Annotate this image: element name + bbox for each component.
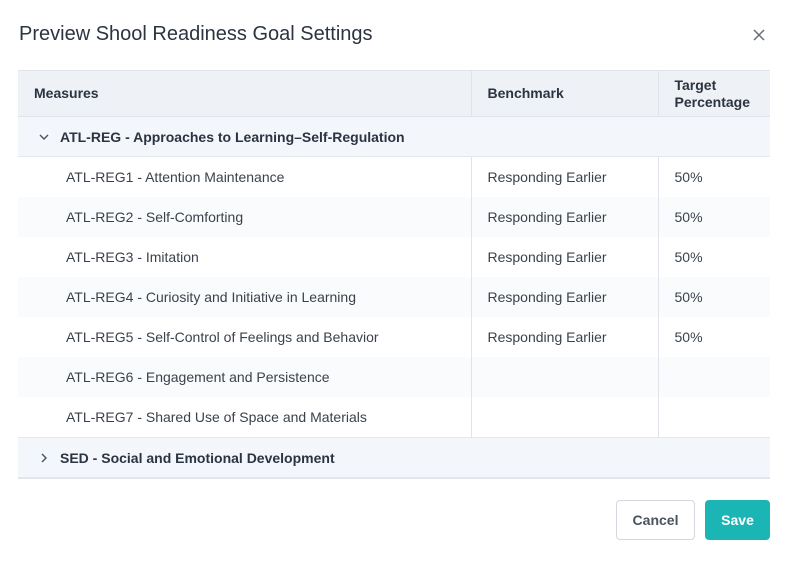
benchmark-cell — [470, 397, 658, 438]
table-row: ATL-REG4 - Curiosity and Initiative in L… — [18, 277, 770, 317]
table-row: ATL-REG2 - Self-Comforting Responding Ea… — [18, 197, 770, 237]
group-row-atl-reg[interactable]: ATL-REG - Approaches to Learning–Self-Re… — [18, 116, 770, 157]
measure-cell: ATL-REG7 - Shared Use of Space and Mater… — [18, 397, 471, 438]
benchmark-cell: Responding Earlier — [470, 237, 658, 277]
target-cell: 50% — [657, 277, 770, 317]
measure-cell: ATL-REG5 - Self-Control of Feelings and … — [18, 317, 471, 357]
table-row: ATL-REG5 - Self-Control of Feelings and … — [18, 317, 770, 357]
group-label: ATL-REG - Approaches to Learning–Self-Re… — [60, 128, 405, 145]
header-target-line2: Percentage — [674, 93, 750, 110]
close-icon — [753, 29, 765, 41]
chevron-right-icon[interactable] — [38, 452, 50, 464]
measures-table: Measures Benchmark Target Percentage ATL… — [18, 70, 770, 479]
cancel-button[interactable]: Cancel — [616, 500, 695, 540]
measure-cell: ATL-REG4 - Curiosity and Initiative in L… — [18, 277, 471, 317]
group-row-sed[interactable]: SED - Social and Emotional Development — [18, 437, 770, 478]
table-row: ATL-REG6 - Engagement and Persistence — [18, 357, 770, 397]
dialog-title: Preview Shool Readiness Goal Settings — [19, 23, 373, 45]
target-cell — [657, 397, 770, 438]
table-header-row: Measures Benchmark Target Percentage — [18, 71, 770, 117]
table-row: ATL-REG1 - Attention Maintenance Respond… — [18, 156, 770, 197]
group-label: SED - Social and Emotional Development — [60, 449, 335, 466]
header-target-line1: Target — [674, 76, 717, 93]
dialog-footer: Cancel Save — [616, 500, 770, 540]
benchmark-cell: Responding Earlier — [470, 277, 658, 317]
benchmark-cell: Responding Earlier — [470, 197, 658, 237]
target-cell — [657, 357, 770, 397]
target-cell: 50% — [657, 197, 770, 237]
header-benchmark: Benchmark — [470, 71, 658, 117]
goal-settings-dialog: Preview Shool Readiness Goal Settings Me… — [0, 0, 790, 561]
measure-cell: ATL-REG2 - Self-Comforting — [18, 197, 471, 237]
measure-cell: ATL-REG6 - Engagement and Persistence — [18, 357, 471, 397]
measure-cell: ATL-REG3 - Imitation — [18, 237, 471, 277]
save-button[interactable]: Save — [705, 500, 770, 540]
table-row: ATL-REG7 - Shared Use of Space and Mater… — [18, 397, 770, 438]
measure-cell: ATL-REG1 - Attention Maintenance — [18, 156, 471, 197]
close-button[interactable] — [746, 22, 772, 48]
target-cell: 50% — [657, 317, 770, 357]
benchmark-cell: Responding Earlier — [470, 317, 658, 357]
benchmark-cell: Responding Earlier — [470, 156, 658, 197]
benchmark-cell — [470, 357, 658, 397]
target-cell: 50% — [657, 237, 770, 277]
header-target-percentage: Target Percentage — [657, 71, 770, 117]
header-measures: Measures — [18, 71, 471, 117]
target-cell: 50% — [657, 156, 770, 197]
chevron-down-icon[interactable] — [38, 131, 50, 143]
table-row: ATL-REG3 - Imitation Responding Earlier … — [18, 237, 770, 277]
